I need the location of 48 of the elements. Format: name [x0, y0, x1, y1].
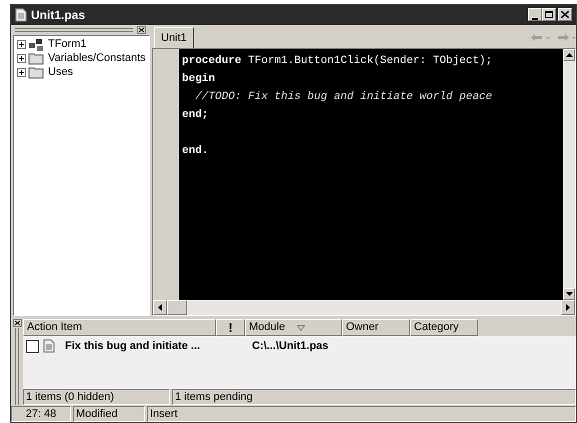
- checkbox[interactable]: [26, 340, 39, 352]
- column-header[interactable]: Module: [245, 319, 342, 336]
- status-panel: 1 items (0 hidden): [23, 389, 170, 405]
- document-icon: [15, 8, 27, 22]
- tree-item[interactable]: Uses: [48, 67, 74, 78]
- left-arrow-icon: [158, 304, 162, 311]
- document-icon: [43, 339, 55, 353]
- expand-icon[interactable]: [17, 40, 26, 50]
- folder-icon: [28, 52, 44, 66]
- expand-icon[interactable]: [17, 68, 26, 78]
- code-line: end;: [182, 108, 208, 121]
- down-arrow-icon: [566, 292, 572, 296]
- tree-item[interactable]: Variables/Constants: [48, 53, 146, 64]
- up-arrow-icon: [566, 52, 572, 57]
- code-line: begin: [182, 72, 216, 85]
- minimize-button[interactable]: [528, 8, 542, 22]
- scroll-thumb[interactable]: [167, 300, 187, 315]
- sort-arrow-icon: [297, 324, 306, 330]
- status-panel: 1 items pending: [172, 389, 576, 405]
- close-button[interactable]: [558, 8, 572, 22]
- action-item-text: Fix this bug and initiate ...: [65, 338, 202, 354]
- insert-mode: Insert: [147, 406, 576, 422]
- folder-icon: [28, 66, 44, 80]
- column-header[interactable]: Category: [410, 319, 478, 336]
- maximize-button[interactable]: [542, 8, 556, 22]
- module-text: C:\...\Unit1.pas: [252, 338, 328, 354]
- right-arrow-icon: [566, 304, 570, 311]
- expand-icon[interactable]: [17, 54, 26, 64]
- column-header[interactable]: !: [216, 319, 245, 336]
- window-title: Unit1.pas: [31, 6, 86, 24]
- modified-status: Modified: [73, 406, 145, 422]
- tree-item[interactable]: TForm1: [48, 39, 86, 50]
- editor-tab[interactable]: Unit1: [154, 26, 194, 48]
- column-header[interactable]: Action Item: [23, 319, 216, 336]
- column-header[interactable]: Owner: [342, 319, 410, 336]
- close-icon[interactable]: [12, 319, 22, 327]
- minimize-icon: [532, 18, 538, 20]
- close-icon[interactable]: [137, 26, 146, 34]
- cursor-position: 27: 48: [11, 406, 71, 422]
- vertical-scrollbar[interactable]: [563, 48, 575, 300]
- maximize-icon: [545, 11, 553, 18]
- close-icon: [561, 11, 569, 18]
- component-icon: [28, 38, 44, 52]
- code-comment: //TODO: Fix this bug and initiate world peace: [194, 90, 492, 103]
- code-line: end.: [182, 144, 208, 157]
- code-line: procedure TForm1.Button1Click(Sender: TObject);: [182, 54, 492, 67]
- code-editor[interactable]: procedure TForm1.Button1Click(Sender: TObject); begin //TODO: Fix this bug and initiate world peace end; end.: [179, 48, 563, 300]
- horizontal-scrollbar[interactable]: [153, 300, 575, 315]
